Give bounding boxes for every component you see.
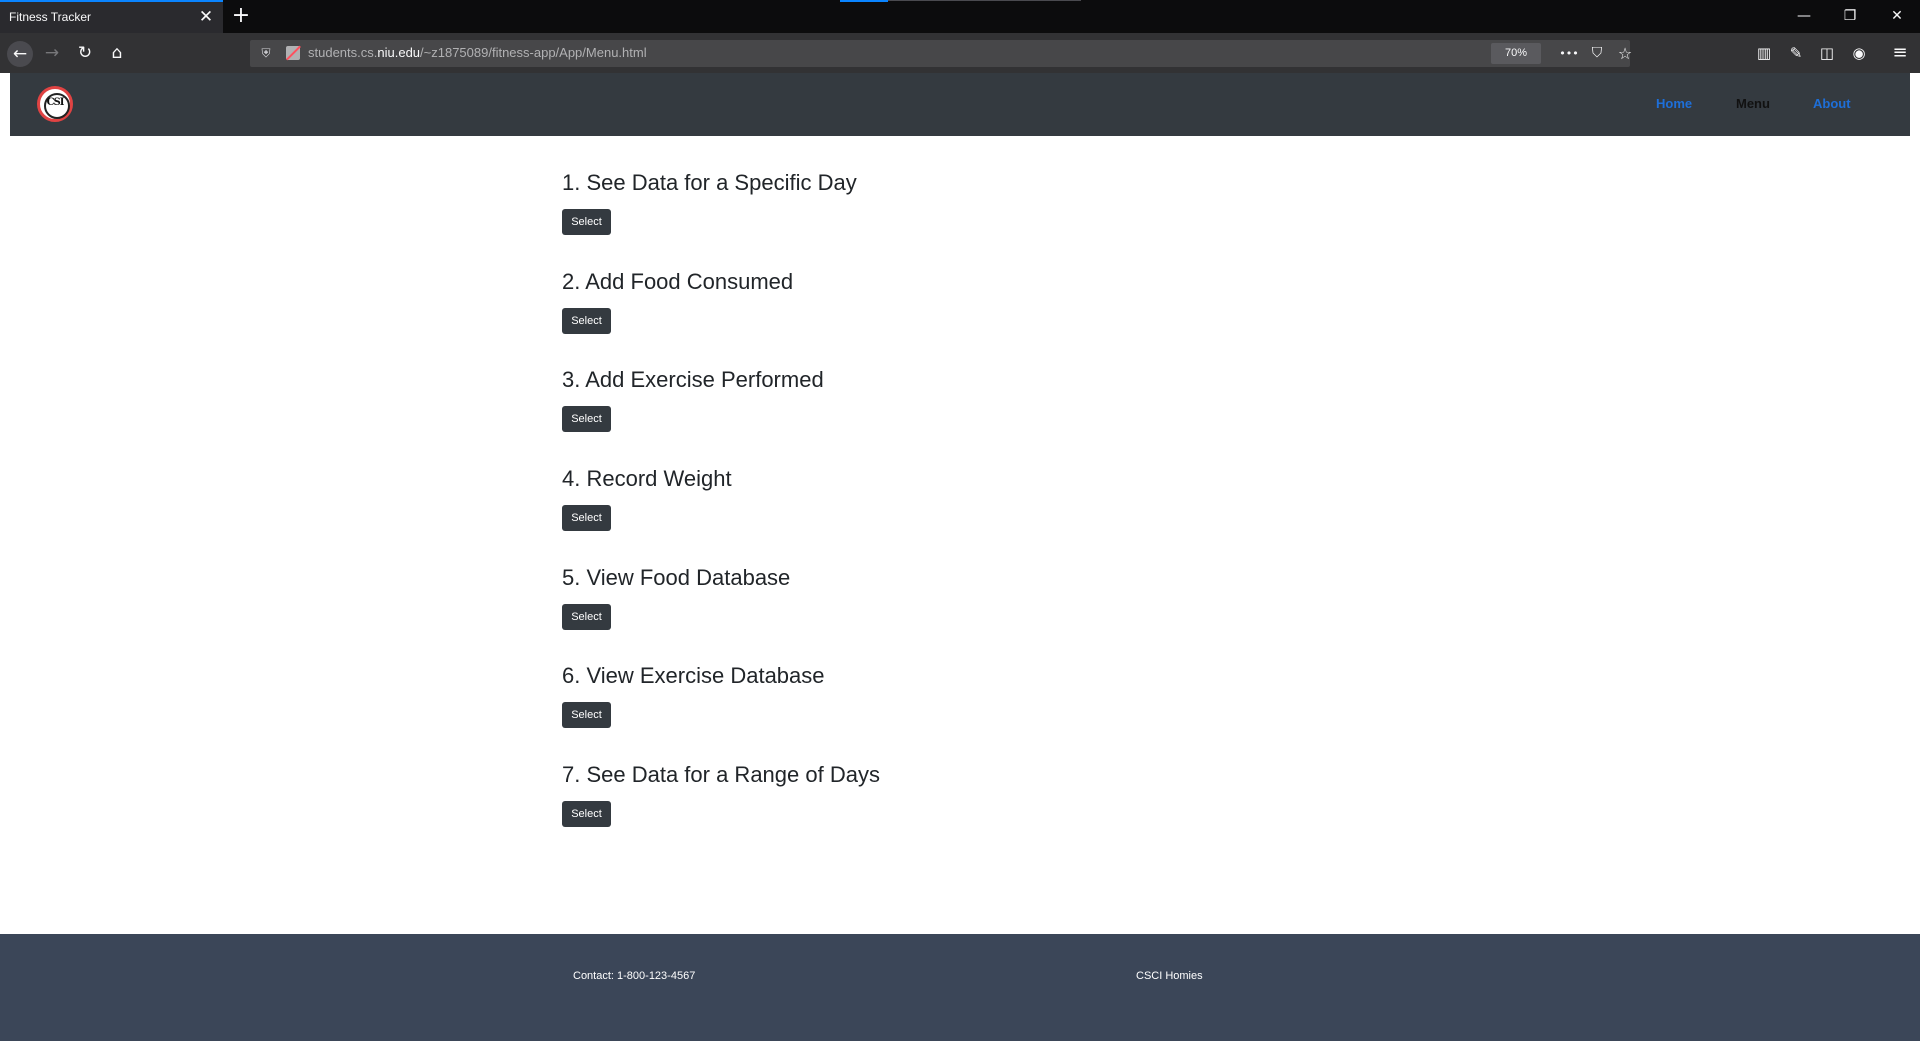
menu-item-add-food: 2. Add Food Consumed Select [562,269,1162,367]
menu-item-add-exercise: 3. Add Exercise Performed Select [562,367,1162,465]
nav-link-home[interactable]: Home [1656,96,1692,111]
hamburger-menu-icon[interactable]: ≡ [1888,41,1912,65]
select-add-exercise-button[interactable]: Select [562,406,611,432]
zoom-level-badge[interactable]: 70% [1491,43,1541,64]
menu-item-exercise-database: 6. View Exercise Database Select [562,663,1162,761]
shield-icon[interactable]: ⛨ [258,45,274,61]
tab-close-icon[interactable]: ✕ [197,8,215,26]
more-icon[interactable]: ••• [1558,43,1580,64]
menu-item-title: 6. View Exercise Database [562,663,825,688]
insecure-lock-icon[interactable] [286,46,300,60]
menu-item-record-weight: 4. Record Weight Select [562,466,1162,564]
forward-icon[interactable]: → [41,42,63,64]
url-prefix: students.cs. [308,45,378,60]
bookmark-star-icon[interactable]: ☆ [1614,43,1636,64]
menu-item-title: 2. Add Food Consumed [562,269,794,294]
menu-item-title: 7. See Data for a Range of Days [562,762,880,787]
tab-strip-divider [888,0,1081,1]
menu-item-specific-day: 1. See Data for a Specific Day Select [562,170,1162,268]
select-add-food-button[interactable]: Select [562,308,611,334]
site-logo[interactable]: CSI [37,86,73,122]
site-header: CSI Home Menu About [10,73,1910,136]
tab-loading-indicator [840,0,888,2]
select-record-weight-button[interactable]: Select [562,505,611,531]
nav-link-menu[interactable]: Menu [1736,96,1770,111]
menu-item-title: 4. Record Weight [562,466,732,491]
select-range-of-days-button[interactable]: Select [562,801,611,827]
close-window-icon[interactable]: ✕ [1874,0,1920,33]
sidebar-icon[interactable]: ◫ [1815,41,1839,65]
menu-item-title: 1. See Data for a Specific Day [562,170,857,195]
browser-tab[interactable]: Fitness Tracker ✕ [0,0,223,33]
url-bar[interactable]: ⛨ students.cs.niu.edu/~z1875089/fitness-… [250,40,1632,67]
new-tab-icon[interactable]: + [229,4,253,28]
logo-text: CSI [46,97,65,108]
menu-item-range-of-days: 7. See Data for a Range of Days Select [562,762,1162,860]
home-icon[interactable]: ⌂ [106,42,128,64]
back-icon[interactable]: ← [7,41,33,67]
url-path: /~z1875089/fitness-app/App/Menu.html [420,45,647,60]
tab-title: Fitness Tracker [9,10,92,24]
library-icon[interactable]: ▥ [1752,41,1776,65]
reload-icon[interactable]: ↻ [74,42,96,64]
page-content: CSI Home Menu About 1. See Data for a Sp… [0,73,1920,1041]
url-text[interactable]: students.cs.niu.edu/~z1875089/fitness-ap… [308,45,647,60]
select-specific-day-button[interactable]: Select [562,209,611,235]
browser-tab-bar: Fitness Tracker ✕ + — ❐ ✕ [0,0,1920,33]
footer-contact: Contact: 1-800-123-4567 [573,970,696,982]
menu-item-title: 3. Add Exercise Performed [562,367,824,392]
site-footer: Contact: 1-800-123-4567 CSCI Homies [0,934,1920,1041]
menu-item-food-database: 5. View Food Database Select [562,565,1162,663]
minimize-window-icon[interactable]: — [1781,0,1827,33]
url-host: niu.edu [377,45,421,60]
nav-link-about[interactable]: About [1813,96,1851,111]
restore-window-icon[interactable]: ❐ [1827,0,1873,33]
select-exercise-database-button[interactable]: Select [562,702,611,728]
wrench-icon[interactable]: ✎ [1784,41,1808,65]
pocket-icon[interactable]: ⛉ [1586,43,1608,64]
select-food-database-button[interactable]: Select [562,604,611,630]
menu-item-title: 5. View Food Database [562,565,791,590]
footer-team-name: CSCI Homies [1136,970,1203,982]
account-icon[interactable]: ◉ [1847,41,1871,65]
